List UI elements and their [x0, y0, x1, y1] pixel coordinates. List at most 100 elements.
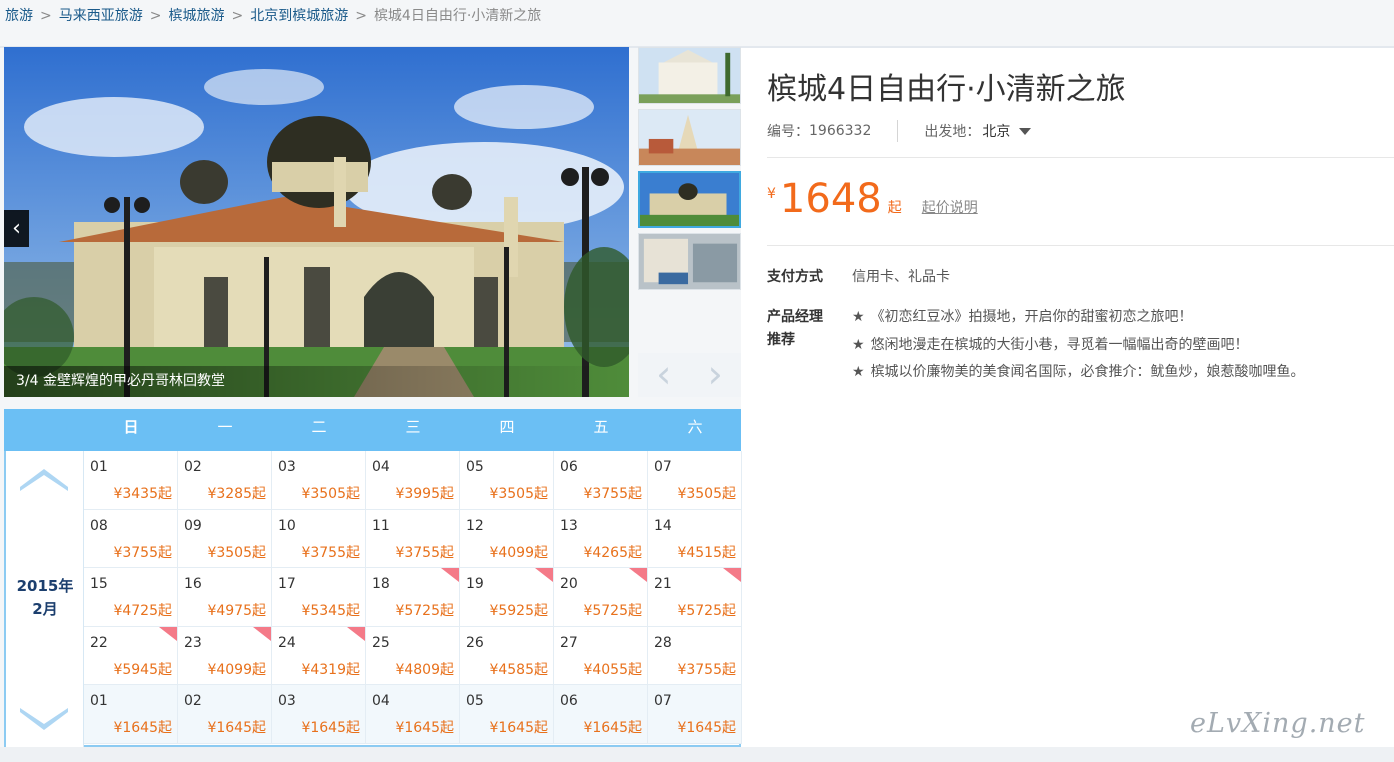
day-number: 01 — [90, 693, 108, 709]
day-number: 03 — [278, 459, 296, 475]
day-number: 22 — [90, 634, 108, 651]
calendar-day-cell[interactable]: 19 ¥5925起 — [460, 568, 554, 627]
day-number: 08 — [90, 517, 108, 534]
day-price: ¥5725起 — [395, 603, 454, 619]
day-price: ¥3755起 — [301, 544, 360, 561]
day-number: 26 — [466, 634, 484, 651]
day-number: 10 — [278, 517, 296, 534]
day-price: ¥1645起 — [677, 720, 736, 736]
calendar-day-cell[interactable]: 01 ¥3435起 — [84, 451, 178, 510]
thumbnail-2[interactable] — [638, 109, 741, 166]
day-price: ¥1645起 — [395, 720, 454, 736]
calendar-day-cell[interactable]: 02 ¥1645起 — [178, 685, 272, 744]
star-icon: ★ — [852, 309, 865, 325]
weekday-tue: 二 — [311, 418, 327, 436]
holiday-tag-icon — [253, 626, 271, 641]
calendar-day-cell[interactable]: 01 ¥1645起 — [84, 685, 178, 744]
calendar-day-cell[interactable]: 26 ¥4585起 — [460, 626, 554, 685]
calendar-header: 日 一 二 三 四 五 六 — [4, 409, 741, 451]
day-price: ¥4725起 — [113, 603, 172, 619]
price-suffix: 起 — [887, 200, 902, 216]
calendar-day-cell[interactable]: 12 ¥4099起 — [460, 509, 554, 568]
product-title: 槟城4日自由行·小清新之旅 — [767, 72, 1126, 107]
calendar-day-cell[interactable]: 22 ¥5945起 — [84, 626, 178, 685]
thumbnail-4[interactable] — [638, 233, 741, 290]
calendar-day-cell[interactable]: 10 ¥3755起 — [272, 509, 366, 568]
day-price: ¥3755起 — [395, 544, 454, 561]
calendar-day-cell[interactable]: 08 ¥3755起 — [84, 509, 178, 568]
recommend-item: ★ 槟城以价廉物美的美食闻名国际，必食推介：鱿鱼炒，娘惹酸咖哩鱼。 — [852, 361, 1305, 389]
calendar-day-cell[interactable]: 07 ¥3505起 — [648, 451, 742, 510]
calendar-day-cell[interactable]: 02 ¥3285起 — [178, 451, 272, 510]
calendar-day-cell[interactable]: 09 ¥3505起 — [178, 509, 272, 568]
star-icon: ★ — [852, 336, 865, 353]
day-price: ¥3505起 — [301, 486, 360, 502]
calendar-day-cell[interactable]: 11 ¥3755起 — [366, 509, 460, 568]
day-number: 23 — [184, 634, 202, 651]
calendar-day-cell[interactable]: 20 ¥5725起 — [554, 568, 648, 627]
payment-value: 信用卡、礼品卡 — [852, 269, 950, 285]
thumbnail-next-button[interactable]: › — [690, 353, 742, 397]
day-number: 07 — [654, 459, 672, 475]
main-photo[interactable] — [4, 47, 629, 397]
calendar-day-cell[interactable]: 14 ¥4515起 — [648, 509, 742, 568]
watermark: eLvXing.net — [1190, 708, 1366, 739]
price-row: ¥ 1648 起 起价说明 — [767, 176, 978, 222]
calendar-day-cell[interactable]: 07 ¥1645起 — [648, 685, 742, 744]
breadcrumb-link-malaysia[interactable]: 马来西亚旅游 — [59, 8, 143, 24]
calendar-day-cell[interactable]: 05 ¥3505起 — [460, 451, 554, 510]
thumbnail-3[interactable] — [638, 171, 741, 228]
calendar-day-cell[interactable]: 06 ¥3755起 — [554, 451, 648, 510]
day-price: ¥3505起 — [677, 486, 736, 502]
divider — [767, 245, 1394, 246]
day-price: ¥3505起 — [489, 486, 548, 502]
calendar-day-cell[interactable]: 04 ¥3995起 — [366, 451, 460, 510]
day-price: ¥1645起 — [301, 720, 360, 736]
chevron-up-icon[interactable] — [20, 465, 68, 491]
day-price: ¥4099起 — [207, 661, 266, 678]
weekday-sat: 六 — [687, 418, 703, 436]
calendar-day-cell[interactable]: 06 ¥1645起 — [554, 685, 648, 744]
year-text: 2015年 — [16, 577, 74, 595]
calendar-day-cell[interactable]: 15 ¥4725起 — [84, 568, 178, 627]
calendar-day-cell[interactable]: 13 ¥4265起 — [554, 509, 648, 568]
calendar-day-cell[interactable]: 17 ¥5345起 — [272, 568, 366, 627]
calendar-day-cell[interactable]: 28 ¥3755起 — [648, 626, 742, 685]
day-price: ¥4515起 — [677, 544, 736, 561]
departure-label: 出发地： — [924, 124, 981, 140]
thumbnail-prev-button[interactable]: ‹ — [638, 353, 690, 397]
product-info: 槟城4日自由行·小清新之旅 编号： 1966332 出发地： 北京 ¥ 1648 起… — [741, 48, 1394, 747]
calendar-day-cell[interactable]: 21 ¥5725起 — [648, 568, 742, 627]
chevron-down-icon[interactable] — [20, 708, 68, 734]
calendar-day-cell[interactable]: 04 ¥1645起 — [366, 685, 460, 744]
thumbnail-1[interactable] — [638, 47, 741, 104]
caret-down-icon[interactable] — [1019, 127, 1032, 135]
day-number: 02 — [184, 693, 202, 709]
breadcrumb-link-beijing-penang[interactable]: 北京到槟城旅游 — [250, 8, 348, 24]
calendar-day-cell[interactable]: 03 ¥3505起 — [272, 451, 366, 510]
day-number: 06 — [560, 693, 578, 709]
calendar-day-cell[interactable]: 23 ¥4099起 — [178, 626, 272, 685]
calendar-day-cell[interactable]: 03 ¥1645起 — [272, 685, 366, 744]
day-price: ¥4265起 — [583, 544, 642, 561]
weekday-sun: 日 — [123, 418, 139, 436]
photo-caption: 3/4 金壁辉煌的甲必丹哥林回教堂 — [4, 366, 629, 397]
star-icon: ★ — [852, 364, 865, 380]
day-number: 13 — [560, 517, 578, 534]
breadcrumb-link-travel[interactable]: 旅游 — [5, 8, 33, 24]
calendar-day-cell[interactable]: 16 ¥4975起 — [178, 568, 272, 627]
calendar-day-cell[interactable]: 27 ¥4055起 — [554, 626, 648, 685]
weekday-wed: 三 — [405, 418, 421, 436]
calendar-day-cell[interactable]: 24 ¥4319起 — [272, 626, 366, 685]
calendar-day-cell[interactable]: 25 ¥4809起 — [366, 626, 460, 685]
breadcrumb-separator: > — [149, 8, 162, 24]
calendar-day-cell[interactable]: 05 ¥1645起 — [460, 685, 554, 744]
day-number: 27 — [560, 634, 578, 651]
departure-value[interactable]: 北京 — [982, 121, 1010, 141]
price-explain-link[interactable]: 起价说明 — [922, 197, 978, 217]
day-price: ¥5725起 — [677, 603, 736, 619]
day-price: ¥1645起 — [489, 720, 548, 736]
calendar-day-cell[interactable]: 18 ¥5725起 — [366, 568, 460, 627]
photo-prev-button[interactable]: ‹ — [4, 210, 29, 247]
breadcrumb-link-penang[interactable]: 槟城旅游 — [168, 8, 224, 24]
